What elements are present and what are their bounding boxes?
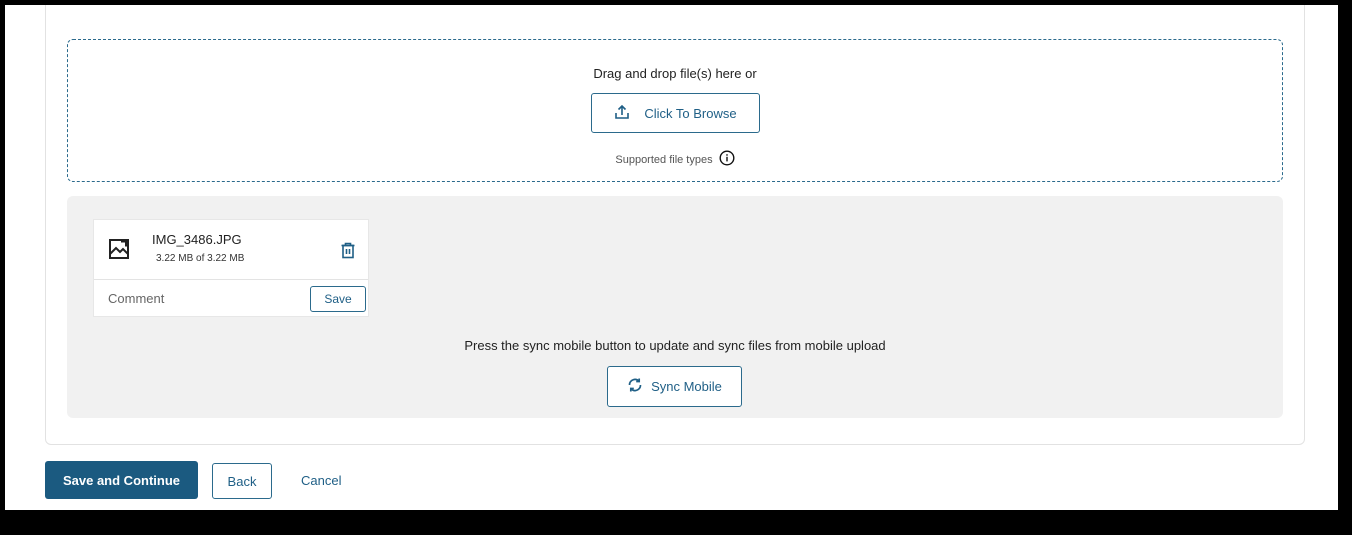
save-and-continue-button[interactable]: Save and Continue: [45, 461, 198, 499]
browse-button[interactable]: Click To Browse: [591, 93, 760, 133]
file-name: IMG_3486.JPG: [152, 232, 242, 247]
sync-mobile-button[interactable]: Sync Mobile: [607, 366, 742, 407]
file-dropzone[interactable]: Drag and drop file(s) here or Click To B…: [67, 39, 1283, 182]
file-info: IMG_3486.JPG 3.22 MB of 3.22 MB: [94, 220, 368, 280]
info-icon[interactable]: [719, 150, 735, 169]
supported-file-types-label: Supported file types: [615, 153, 713, 166]
save-comment-button[interactable]: Save: [310, 286, 366, 312]
dropzone-prompt: Drag and drop file(s) here or: [593, 66, 757, 81]
trash-icon[interactable]: [340, 242, 356, 264]
sync-mobile-button-label: Sync Mobile: [651, 379, 722, 394]
sync-message: Press the sync mobile button to update a…: [464, 338, 886, 353]
upload-icon: [614, 104, 630, 123]
file-card: IMG_3486.JPG 3.22 MB of 3.22 MB Save: [93, 219, 369, 317]
back-button[interactable]: Back: [212, 463, 272, 499]
comment-input[interactable]: [94, 280, 304, 317]
browse-button-label: Click To Browse: [644, 105, 737, 121]
image-file-icon: [108, 238, 130, 265]
supported-file-types: Supported file types: [68, 150, 1282, 169]
comment-row: Save: [94, 280, 368, 317]
uploaded-files-panel: IMG_3486.JPG 3.22 MB of 3.22 MB Save Pre…: [67, 196, 1283, 418]
sync-icon: [627, 377, 643, 396]
file-size: 3.22 MB of 3.22 MB: [156, 253, 245, 264]
page-frame: Drag and drop file(s) here or Click To B…: [5, 5, 1338, 510]
cancel-link[interactable]: Cancel: [301, 473, 341, 488]
